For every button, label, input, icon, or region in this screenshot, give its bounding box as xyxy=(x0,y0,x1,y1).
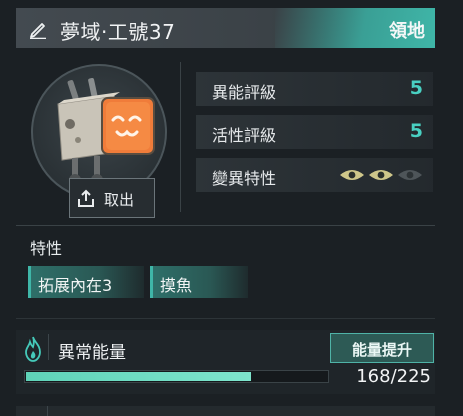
energy-count: 168/225 xyxy=(356,366,431,387)
stat-value: 5 xyxy=(409,77,423,99)
energy-divider xyxy=(48,334,49,360)
stat-label: 活性評級 xyxy=(212,126,277,145)
eye-icon xyxy=(340,170,364,180)
energy-bar xyxy=(24,370,329,383)
eye-icon xyxy=(398,170,422,180)
trait-tag[interactable]: 拓展內在3 xyxy=(28,266,144,298)
trait-label: 摸魚 xyxy=(160,276,193,295)
robot-avatar xyxy=(57,78,155,186)
stats-divider xyxy=(180,62,181,212)
stat-label: 變異特性 xyxy=(212,169,277,188)
withdraw-button[interactable]: 取出 xyxy=(69,178,155,218)
stat-row-mutation[interactable]: 變異特性 xyxy=(196,158,433,192)
traits-heading: 特性 xyxy=(30,239,63,258)
withdraw-label: 取出 xyxy=(104,191,135,209)
trait-label: 拓展內在3 xyxy=(38,276,113,295)
territory-button[interactable]: 領地 xyxy=(389,17,425,43)
section-divider xyxy=(16,318,435,319)
energy-boost-label: 能量提升 xyxy=(351,341,412,359)
energy-boost-button[interactable]: 能量提升 xyxy=(330,333,434,363)
page-title[interactable]: 夢域·工號37 xyxy=(60,16,175,45)
section-divider xyxy=(16,225,435,226)
flame-icon xyxy=(25,336,41,362)
pencil-icon[interactable] xyxy=(28,19,48,39)
trait-tag[interactable]: 摸魚 xyxy=(150,266,248,298)
upload-icon xyxy=(78,189,94,207)
stat-row-activity: 活性評級 5 xyxy=(196,115,433,149)
header-bar: 夢域·工號37 領地 xyxy=(16,8,435,48)
stat-row-ability: 異能評級 5 xyxy=(196,72,433,106)
stat-label: 異能評級 xyxy=(212,83,277,102)
energy-bar-fill xyxy=(26,372,251,381)
energy-label: 異常能量 xyxy=(58,343,126,363)
next-panel-partial xyxy=(16,406,435,416)
eye-icon xyxy=(369,170,393,180)
stat-value: 5 xyxy=(409,120,423,142)
